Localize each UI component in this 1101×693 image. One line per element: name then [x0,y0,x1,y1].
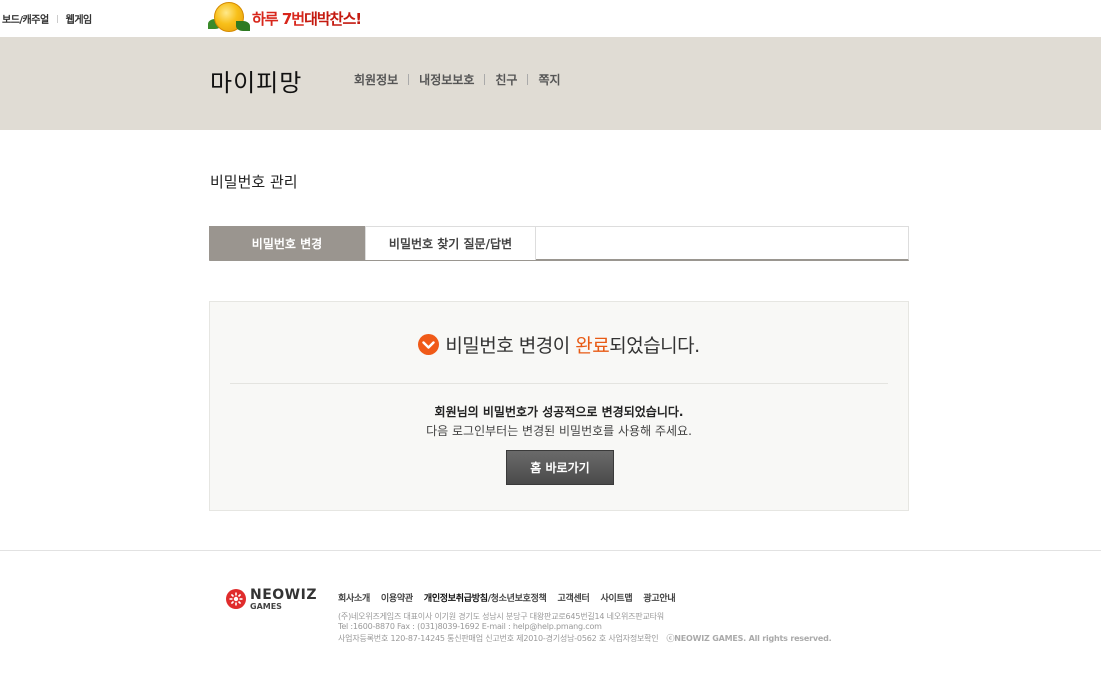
password-tabs: 비밀번호 변경 비밀번호 찾기 질문/답변 [209,226,909,261]
divider [527,74,529,85]
copyright: ⓒNEOWIZ GAMES. All rights reserved. [666,634,832,643]
nav-item-member-info[interactable]: 회원정보 [354,71,398,88]
footer-link-customer-center[interactable]: 고객센터 [558,591,590,604]
company-info: (주)네오위즈게임즈 대표이사 이기원 경기도 성남시 분당구 대왕판교로645… [338,612,664,621]
footer-link-advertising[interactable]: 광고안내 [643,591,675,604]
business-info: 사업자등록번호 120-87-14245 통신판매업 신고번호 제2010-경기… [338,633,832,644]
result-title-prefix: 비밀번호 변경이 [445,335,576,357]
logo-text-games: GAMES [250,602,282,611]
divider [56,14,58,23]
page-title-mypmang[interactable]: 마이피망 [210,63,302,98]
promo-text-chance: 대박찬스! [304,9,362,28]
footer-link-terms[interactable]: 이용약관 [381,591,413,604]
neowiz-logo-text: NEOWIZ GAMES [250,588,317,611]
promo-text-daily: 하루 7번 [252,9,305,28]
promo-banner[interactable]: 하루 7번 대박찬스! [208,1,362,35]
nav-item-messages[interactable]: 쪽지 [538,71,560,88]
tab-password-question[interactable]: 비밀번호 찾기 질문/답변 [366,227,536,260]
footer-link-privacy-policy[interactable]: 개인정보취급방침 [424,591,488,604]
home-button[interactable]: 홈 바로가기 [506,450,614,485]
logo-text-neowiz: NEOWIZ [250,587,317,603]
footer-link-about[interactable]: 회사소개 [338,591,370,604]
top-link-webgame[interactable]: 웹게임 [66,11,93,26]
top-link-board-casual[interactable]: 보드/캐주얼 [2,11,49,26]
footer-divider [0,550,1101,551]
neowiz-logo[interactable]: NEOWIZ GAMES [226,588,317,611]
result-title: 비밀번호 변경이 완료되었습니다. [445,331,700,358]
divider [484,74,486,85]
divider [230,383,888,384]
success-message: 회원님의 비밀번호가 성공적으로 변경되었습니다. [434,405,684,419]
neowiz-logo-icon [226,589,246,609]
section-title: 비밀번호 관리 [210,173,298,191]
footer-link-sitemap[interactable]: 사이트맵 [600,591,632,604]
result-title-highlight: 완료 [575,335,610,357]
footer-nav: 회사소개 이용약관 개인정보취급방침 /청소년보호정책 고객센터 사이트맵 광고… [338,591,686,604]
nav-item-privacy-protection[interactable]: 내정보보호 [419,71,474,88]
check-circle-icon [418,334,440,355]
result-heading: 비밀번호 변경이 완료되었습니다. [210,331,908,358]
divider [408,74,410,85]
tab-change-password[interactable]: 비밀번호 변경 [209,226,366,260]
orange-ball-icon [208,1,252,35]
top-bar: 보드/캐주얼 웹게임 하루 7번 대박찬스! [0,0,1101,37]
notice-message: 다음 로그인부터는 변경된 비밀번호를 사용해 주세요. [426,424,692,438]
header-nav: 회원정보 내정보보호 친구 쪽지 [354,71,561,88]
result-title-suffix: 되었습니다. [609,335,700,357]
business-registration: 사업자등록번호 120-87-14245 통신판매업 신고번호 제2010-경기… [338,634,659,643]
top-links: 보드/캐주얼 웹게임 [2,11,92,26]
result-panel: 비밀번호 변경이 완료되었습니다. 회원님의 비밀번호가 성공적으로 변경되었습… [209,301,909,511]
contact-info: Tel :1600-8870 Fax : (031)8039-1692 E-ma… [338,622,602,631]
footer-link-youth-policy[interactable]: /청소년보호정책 [488,591,547,604]
nav-item-friends[interactable]: 친구 [495,71,517,88]
header-band: 마이피망 회원정보 내정보보호 친구 쪽지 [0,37,1101,130]
